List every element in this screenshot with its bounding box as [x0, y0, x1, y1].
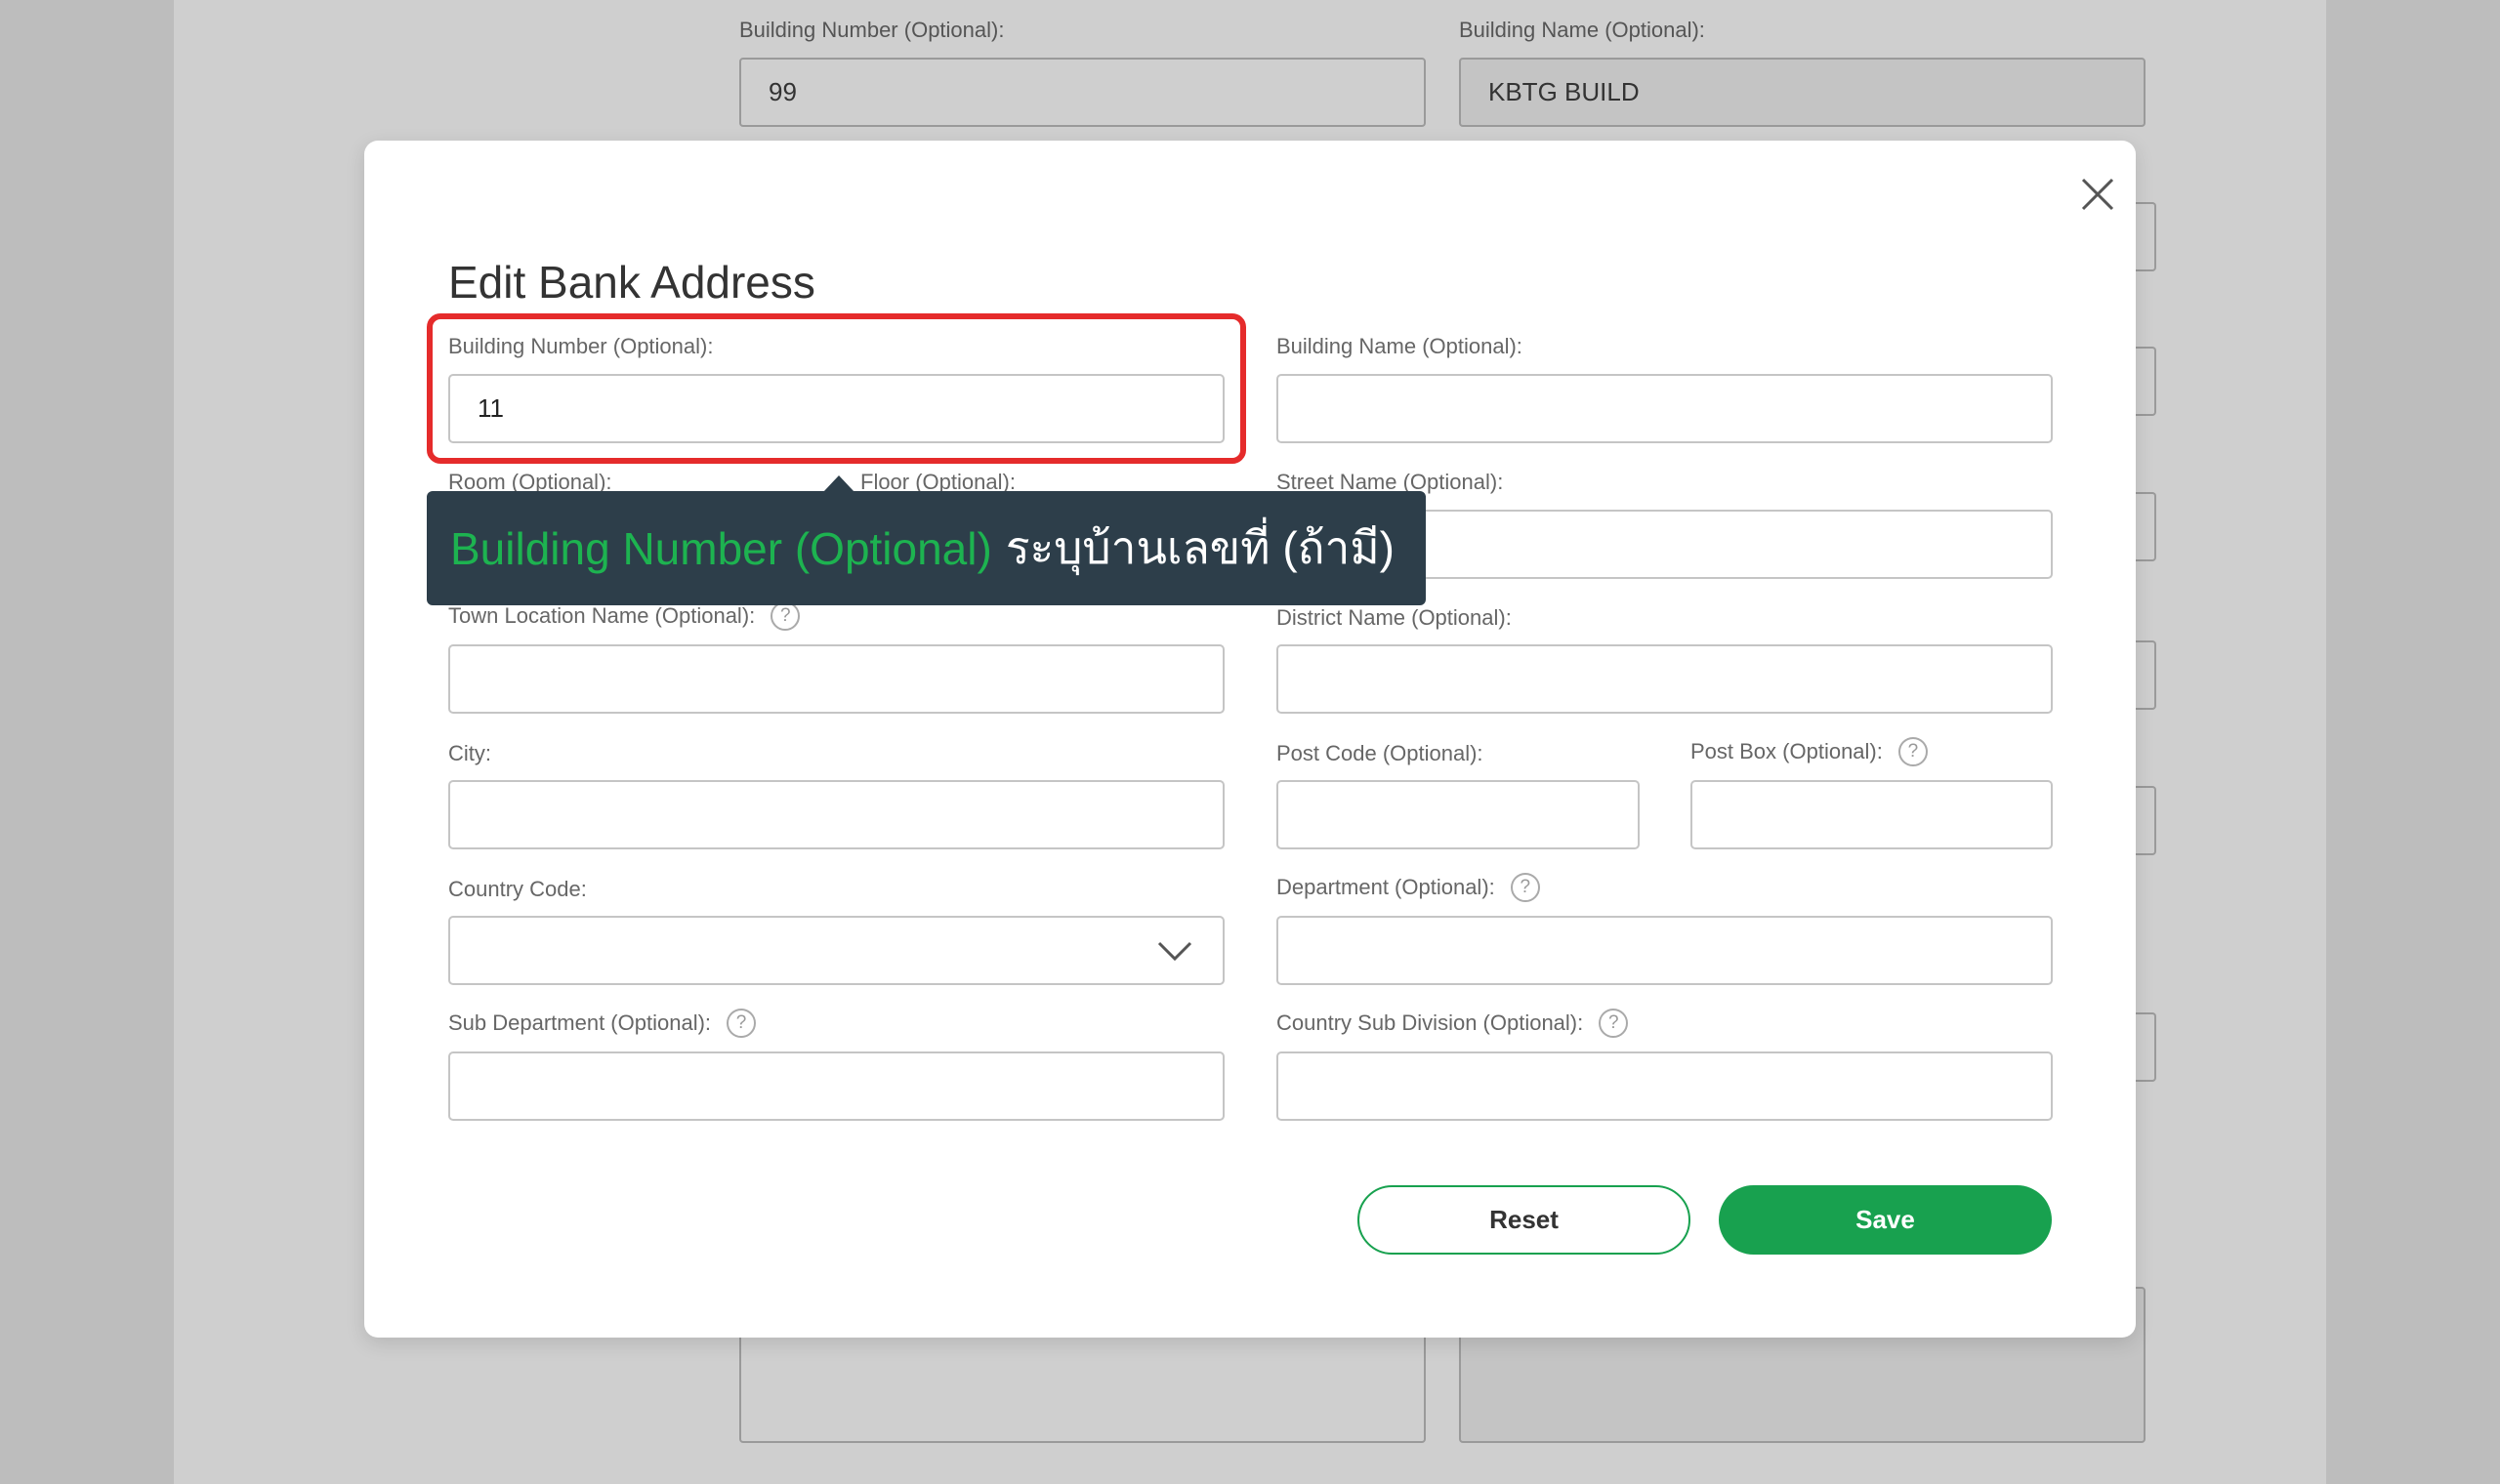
post-box-label: Post Box (Optional): ?	[1690, 737, 1928, 766]
post-code-label: Post Code (Optional):	[1276, 741, 1483, 765]
help-icon[interactable]: ?	[727, 1009, 757, 1038]
modal-title: Edit Bank Address	[448, 257, 815, 308]
reset-button[interactable]: Reset	[1357, 1185, 1690, 1255]
sub-department-input[interactable]	[448, 1051, 1225, 1121]
tooltip-caret	[823, 475, 854, 492]
town-location-input[interactable]	[448, 644, 1225, 714]
department-input[interactable]	[1276, 916, 2053, 985]
tooltip: Building Number (Optional) ระบุบ้านเลขที…	[427, 491, 1426, 605]
backdrop-right	[2326, 0, 2500, 1484]
bg-building-number-label: Building Number (Optional):	[739, 18, 1005, 42]
backdrop-left	[0, 0, 174, 1484]
country-sub-division-input[interactable]	[1276, 1051, 2053, 1121]
save-button[interactable]: Save	[1719, 1185, 2052, 1255]
post-code-input[interactable]	[1276, 780, 1640, 849]
bg-building-name-label: Building Name (Optional):	[1459, 18, 1705, 42]
country-code-select[interactable]	[448, 916, 1225, 985]
help-icon[interactable]: ?	[771, 601, 801, 631]
department-label: Department (Optional): ?	[1276, 873, 1540, 902]
close-icon[interactable]	[2073, 170, 2122, 219]
post-box-input[interactable]	[1690, 780, 2053, 849]
district-name-input[interactable]	[1276, 644, 2053, 714]
help-icon[interactable]: ?	[1599, 1009, 1629, 1038]
country-code-label: Country Code:	[448, 877, 587, 901]
highlight-box	[427, 313, 1246, 464]
help-icon[interactable]: ?	[1897, 737, 1928, 766]
town-location-label: Town Location Name (Optional): ?	[448, 601, 801, 631]
help-icon[interactable]: ?	[1510, 873, 1540, 902]
city-input[interactable]	[448, 780, 1225, 849]
building-name-input[interactable]	[1276, 374, 2053, 443]
chevron-down-icon	[1157, 941, 1192, 962]
bg-building-name-input[interactable]: KBTG BUILD	[1459, 58, 2146, 127]
district-name-label: District Name (Optional):	[1276, 605, 1512, 630]
city-label: City:	[448, 741, 491, 765]
bg-building-number-input[interactable]: 99	[739, 58, 1426, 127]
country-sub-division-label: Country Sub Division (Optional): ?	[1276, 1009, 1629, 1038]
tooltip-field-name: Building Number (Optional)	[450, 522, 992, 574]
building-name-label: Building Name (Optional):	[1276, 334, 1522, 358]
tooltip-thai-text: ระบุบ้านเลขที่ (ถ้ามี)	[1005, 522, 1395, 573]
sub-department-label: Sub Department (Optional): ?	[448, 1009, 757, 1038]
